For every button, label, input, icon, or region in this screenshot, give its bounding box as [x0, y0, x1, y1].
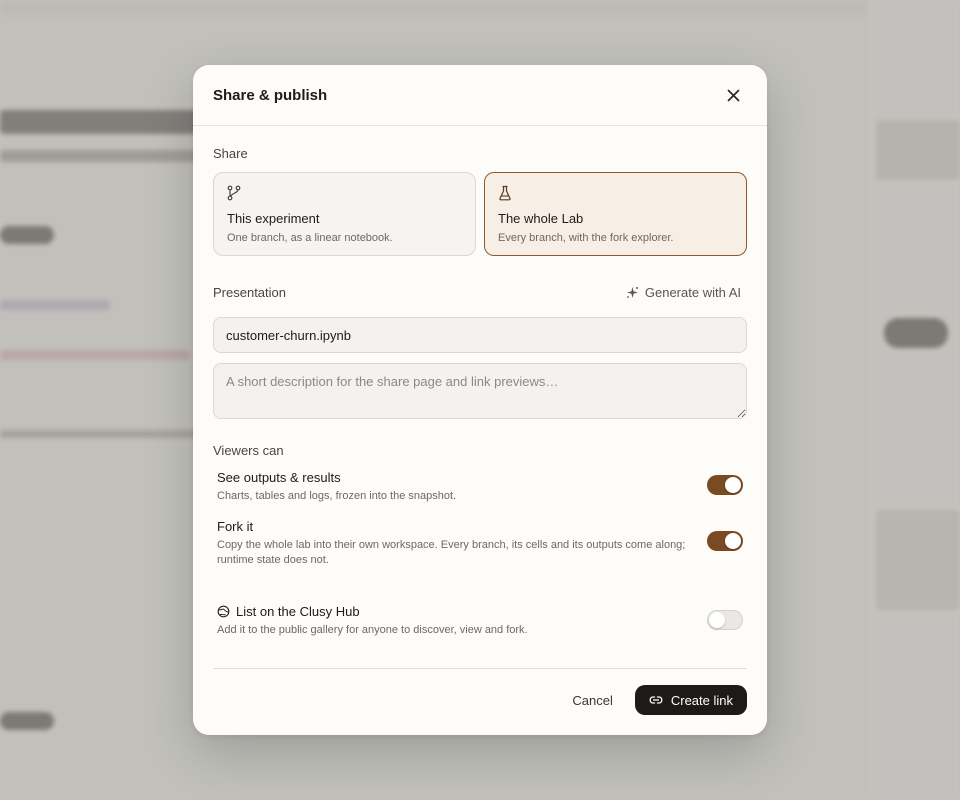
- option-title: The whole Lab: [498, 211, 584, 226]
- see-outputs-toggle[interactable]: [707, 475, 743, 495]
- permission-title: List on the Clusy Hub: [236, 604, 360, 619]
- fork-toggle[interactable]: [707, 531, 743, 551]
- branch-icon: [227, 185, 462, 203]
- permission-description: Add it to the public gallery for anyone …: [217, 624, 528, 636]
- list-on-hub-toggle[interactable]: [707, 610, 743, 630]
- close-button[interactable]: [721, 83, 745, 107]
- dialog-header: Share & publish: [193, 65, 767, 126]
- permission-description: Copy the whole lab into their own worksp…: [217, 539, 686, 566]
- generate-with-ai-label: Generate with AI: [644, 285, 741, 300]
- filename-input[interactable]: [213, 317, 747, 353]
- description-textarea[interactable]: [213, 363, 747, 419]
- option-title: This experiment: [227, 211, 320, 226]
- option-subtitle: Every branch, with the fork explorer.: [498, 232, 674, 244]
- share-publish-dialog: Share & publish Share This experiment On…: [193, 65, 767, 735]
- dialog-title: Share & publish: [213, 86, 328, 104]
- permission-title: Fork it: [217, 519, 254, 534]
- permission-description: Charts, tables and logs, frozen into the…: [217, 490, 457, 502]
- close-icon: [727, 89, 739, 101]
- permission-list-on-hub: List on the Clusy Hub Add it to the publ…: [217, 604, 743, 638]
- permission-title-row: List on the Clusy Hub: [217, 604, 697, 619]
- permission-fork: Fork it Copy the whole lab into their ow…: [217, 519, 743, 568]
- dialog-footer: Cancel Create link: [568, 685, 747, 715]
- option-subtitle: One branch, as a linear notebook.: [227, 232, 393, 244]
- create-link-button[interactable]: Create link: [634, 685, 747, 715]
- generate-with-ai-button[interactable]: Generate with AI: [626, 285, 747, 300]
- sparkle-icon: [626, 287, 638, 298]
- permission-text: List on the Clusy Hub Add it to the publ…: [217, 604, 697, 638]
- flask-icon: [498, 185, 733, 203]
- permission-title: See outputs & results: [217, 470, 341, 485]
- link-icon: [649, 696, 663, 704]
- globe-icon: [217, 605, 230, 618]
- viewers-can-label: Viewers can: [213, 443, 284, 458]
- permission-see-outputs: See outputs & results Charts, tables and…: [217, 470, 743, 504]
- create-link-label: Create link: [670, 692, 733, 708]
- footer-divider: [213, 668, 747, 669]
- presentation-label: Presentation: [213, 285, 286, 300]
- cancel-button[interactable]: Cancel: [568, 687, 616, 714]
- permission-text: See outputs & results Charts, tables and…: [217, 470, 697, 504]
- share-section-label: Share: [213, 146, 248, 161]
- permission-text: Fork it Copy the whole lab into their ow…: [217, 519, 697, 568]
- option-whole-lab[interactable]: The whole Lab Every branch, with the for…: [484, 172, 747, 256]
- option-this-experiment[interactable]: This experiment One branch, as a linear …: [213, 172, 476, 256]
- presentation-header: Presentation Generate with AI: [213, 285, 747, 300]
